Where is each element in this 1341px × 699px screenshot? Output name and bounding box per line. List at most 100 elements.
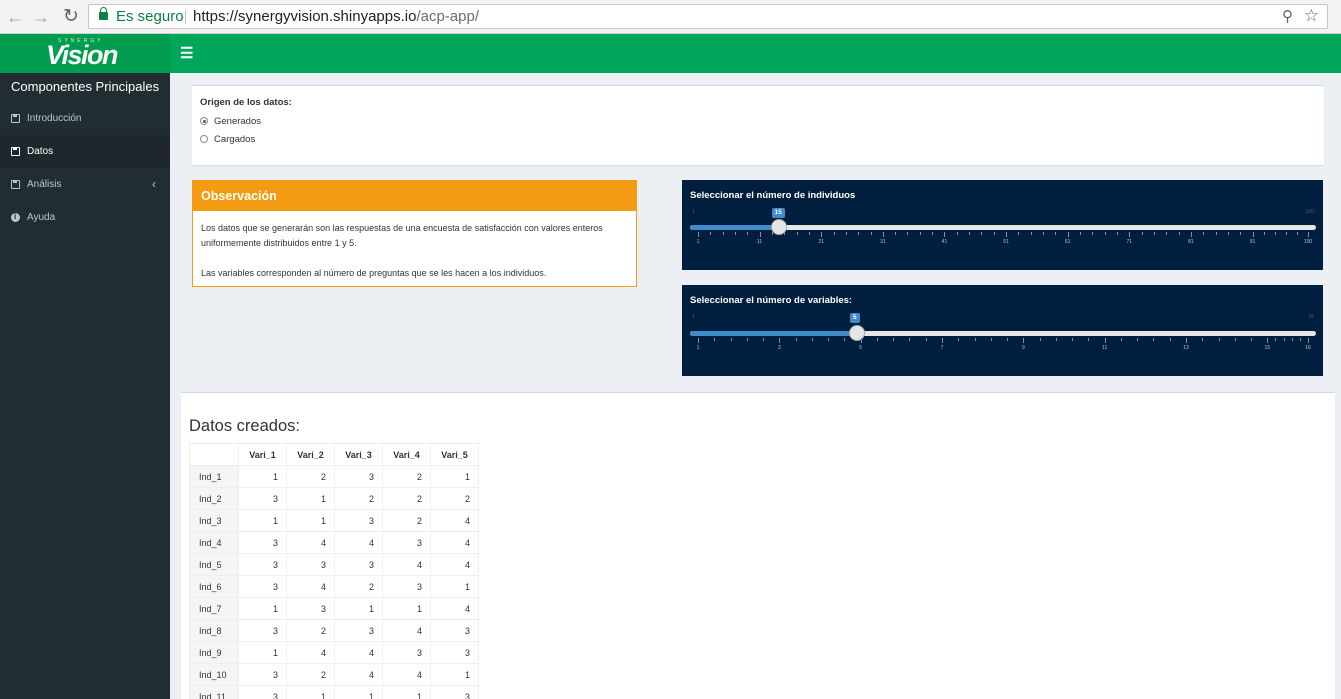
slider-tick-label: 3	[777, 345, 781, 351]
bookmark-star-icon[interactable]: ☆	[1304, 4, 1319, 27]
table-cell: 1	[382, 685, 431, 699]
slider-minor-tick	[1275, 338, 1277, 341]
slider-minor-tick	[1285, 232, 1287, 235]
slider-minor-tick	[1007, 338, 1009, 341]
slider-minor-tick	[909, 338, 911, 341]
table-cell: 2	[382, 465, 431, 488]
slider-tick	[1023, 338, 1025, 343]
sidebar-item-label: Introducción	[27, 113, 82, 124]
slider-tick-label: 100	[1303, 239, 1313, 245]
slider-minor-tick	[1296, 232, 1298, 235]
slider-minor-tick	[907, 232, 909, 235]
slider-tick-label: 9	[1021, 345, 1025, 351]
observation-title: Observación	[201, 189, 277, 203]
table-row: Ind_1 1 2 3 2 1	[189, 465, 479, 488]
table-cell: 1	[286, 685, 335, 699]
table-cell: 1	[238, 509, 287, 532]
slider-minor-tick	[870, 232, 872, 235]
sidebar-item-analisis[interactable]: Análisis ‹	[0, 168, 170, 201]
reload-icon[interactable]: ↻	[60, 6, 82, 28]
table-cell: 2	[286, 663, 335, 686]
slider-tick-label: 11	[1102, 345, 1108, 351]
slider-minor-tick	[844, 338, 846, 341]
row-name-cell: Ind_2	[189, 487, 239, 510]
slider-minor-tick	[1227, 232, 1229, 235]
slider-tick	[944, 232, 946, 237]
table-cell: 4	[334, 531, 383, 554]
slider-tick	[882, 232, 884, 237]
table-cell: 1	[286, 487, 335, 510]
hamburger-menu-icon[interactable]: ☰	[180, 44, 193, 62]
slider-tick	[860, 338, 862, 343]
slider-minor-tick	[1080, 232, 1082, 235]
slider-minor-tick	[771, 232, 773, 235]
radio-button-selected[interactable]	[200, 117, 208, 125]
slider-max-label: 16	[1308, 314, 1314, 320]
table-cell: 4	[334, 663, 383, 686]
created-data-title: Datos creados:	[189, 417, 300, 435]
slider-minor-tick	[1178, 232, 1180, 235]
row-name-cell: Ind_1	[189, 465, 239, 488]
table-cell: 1	[238, 641, 287, 664]
sidebar-item-ayuda[interactable]: Ayuda	[0, 201, 170, 234]
row-name-cell: Ind_8	[189, 619, 239, 642]
table-cell: 3	[382, 641, 431, 664]
slider-minor-tick	[730, 338, 732, 341]
address-bar[interactable]: Es seguro https://synergyvision.shinyapp…	[88, 4, 1328, 29]
slider-tick-label: 5	[859, 345, 863, 351]
logo: Vision	[46, 40, 119, 70]
slider-minor-tick	[956, 232, 958, 235]
table-row: Ind_2 3 1 2 2 2	[189, 487, 479, 510]
table-cell: 4	[382, 619, 431, 642]
table-row: Ind_9 1 4 4 3 3	[189, 641, 479, 664]
table-cell: 3	[238, 619, 287, 642]
slider-tick	[779, 338, 781, 343]
row-name-cell: Ind_11	[189, 685, 239, 699]
url-host: https://synergyvision.shinyapps.io	[193, 8, 417, 25]
table-row: Ind_11 3 1 1 1 3	[189, 685, 479, 699]
variables-slider-track[interactable]	[690, 331, 1316, 336]
slider-minor-tick	[710, 232, 712, 235]
table-row: Ind_6 3 4 2 3 1	[189, 575, 479, 598]
table-cell: 3	[430, 619, 479, 642]
sidebar-item-introduccion[interactable]: Introducción	[0, 102, 170, 135]
forward-arrow-icon[interactable]: →	[30, 6, 52, 28]
radio-button[interactable]	[200, 135, 208, 143]
slider-minor-tick	[981, 232, 983, 235]
slider-minor-tick	[1234, 338, 1236, 341]
sidebar-title: Componentes Principales	[11, 79, 160, 94]
table-cell: 1	[286, 509, 335, 532]
observation-paragraph: Las variables corresponden al número de …	[201, 268, 547, 278]
slider-tick	[1308, 338, 1309, 343]
table-cell: 3	[238, 531, 287, 554]
observation-header: Observación	[193, 181, 636, 211]
slider-minor-tick	[808, 232, 810, 235]
slider-minor-tick	[746, 338, 748, 341]
radio-label: Generados	[214, 116, 262, 127]
sidebar-item-datos[interactable]: Datos	[0, 135, 170, 168]
url-text[interactable]: https://synergyvision.shinyapps.io/acp-a…	[193, 5, 479, 28]
slider-minor-tick	[1263, 232, 1265, 235]
slider-tick-label: 1	[696, 345, 700, 351]
table-cell: 3	[286, 597, 335, 620]
slider-tick-label: 15	[1264, 345, 1271, 351]
column-header: Vari_5	[430, 443, 479, 466]
zoom-icon[interactable]: ⚲	[1282, 5, 1293, 28]
slider-tick	[1129, 232, 1131, 237]
slider-minor-tick	[993, 232, 995, 235]
table-cell: 4	[334, 641, 383, 664]
radio-label: Cargados	[214, 134, 256, 145]
observation-paragraph: Los datos que se generarán son las respu…	[201, 223, 603, 248]
table-cell: 3	[286, 553, 335, 576]
row-name-cell: Ind_4	[189, 531, 239, 554]
table-cell: 3	[334, 553, 383, 576]
logo-area[interactable]: SYNERGY Vision	[0, 34, 170, 73]
back-arrow-icon[interactable]: ←	[4, 6, 26, 28]
column-header: Vari_4	[382, 443, 431, 466]
slider-minor-tick	[763, 338, 765, 341]
slider-minor-tick	[722, 232, 724, 235]
table-cell: 2	[334, 487, 383, 510]
slider-minor-tick	[1274, 232, 1276, 235]
table-cell: 3	[334, 509, 383, 532]
table-row: Ind_4 3 4 4 3 4	[189, 531, 479, 554]
